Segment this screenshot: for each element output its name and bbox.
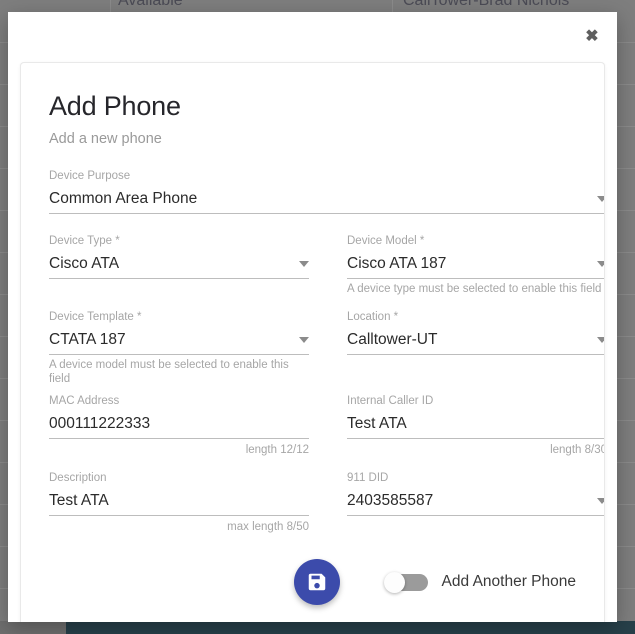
- device-template-hint: A device model must be selected to enabl…: [49, 359, 289, 386]
- field-device-model: Device Model * Cisco ATA 187 A device ty…: [347, 234, 604, 296]
- location-label: Location *: [347, 311, 399, 324]
- background-column-header-calltower: CallTower-Brad Nichols: [403, 0, 570, 9]
- internal-caller-id-label: Internal Caller ID: [347, 395, 434, 408]
- field-internal-caller-id: Internal Caller ID Test ATA length 8/30: [347, 394, 605, 457]
- description-counter: max length 8/50: [227, 521, 309, 534]
- add-another-phone-toggle-group: Add Another Phone: [383, 571, 576, 593]
- field-device-purpose: Device Purpose Common Area Phone: [49, 169, 604, 215]
- device-model-select[interactable]: Cisco ATA 187: [347, 249, 604, 280]
- device-purpose-label: Device Purpose: [49, 170, 131, 183]
- description-input[interactable]: Test ATA: [49, 486, 309, 517]
- mac-address-counter: length 12/12: [245, 444, 309, 457]
- internal-caller-id-counter: length 8/30: [550, 444, 605, 457]
- device-model-label: Device Model *: [347, 235, 425, 248]
- location-select[interactable]: Calltower-UT: [347, 325, 604, 356]
- save-icon: [306, 571, 328, 593]
- mac-address-label: MAC Address: [49, 395, 120, 408]
- page-subtitle: Add a new phone: [49, 131, 162, 148]
- device-template-label: Device Template *: [49, 311, 142, 324]
- device-model-hint: A device type must be selected to enable…: [347, 283, 602, 296]
- add-phone-form-card: Add Phone Add a new phone Device Purpose…: [20, 62, 605, 622]
- device-template-value: CTATA 187: [49, 330, 126, 348]
- device-type-select[interactable]: Cisco ATA: [49, 249, 309, 280]
- device-purpose-select[interactable]: Common Area Phone: [49, 184, 604, 215]
- form-row-type-model: Device Type * Cisco ATA Device Model * C…: [49, 234, 604, 296]
- description-label: Description: [49, 472, 107, 485]
- internal-caller-id-value: Test ATA: [347, 414, 407, 432]
- field-device-template: Device Template * CTATA 187 A device mod…: [49, 310, 309, 386]
- field-description: Description Test ATA max length 8/50: [49, 471, 309, 534]
- form-row-mac-callerid: MAC Address 000111222333 length 12/12 In…: [49, 394, 604, 457]
- chevron-down-icon: [299, 336, 309, 343]
- device-model-value: Cisco ATA 187: [347, 254, 447, 272]
- emergency-did-value: 2403585587: [347, 491, 434, 509]
- form-row-template-location: Device Template * CTATA 187 A device mod…: [49, 310, 604, 386]
- mac-address-input[interactable]: 000111222333: [49, 409, 309, 440]
- description-value: Test ATA: [49, 491, 109, 509]
- toggle-knob: [383, 571, 405, 593]
- device-template-select[interactable]: CTATA 187: [49, 325, 309, 356]
- background-footer-bar: [0, 621, 635, 634]
- form-row-description-did: Description Test ATA max length 8/50 911…: [49, 471, 604, 534]
- field-mac-address: MAC Address 000111222333 length 12/12: [49, 394, 309, 457]
- emergency-did-select[interactable]: 2403585587: [347, 486, 604, 517]
- chevron-down-icon: [299, 260, 309, 267]
- add-phone-dialog: ✖ Add Phone Add a new phone Device Purpo…: [8, 12, 617, 622]
- mac-address-value: 000111222333: [49, 414, 151, 432]
- field-emergency-did: 911 DID 2403585587: [347, 471, 604, 517]
- chevron-down-icon: [597, 497, 604, 504]
- device-type-value: Cisco ATA: [49, 254, 120, 272]
- add-another-phone-toggle[interactable]: [383, 571, 428, 593]
- close-icon[interactable]: ✖: [575, 20, 609, 54]
- chevron-down-icon: [597, 336, 604, 343]
- location-value: Calltower-UT: [347, 330, 438, 348]
- page-root: Available CallTower-Brad Nichols ✖ Add P…: [0, 0, 635, 634]
- form-actions: Add Another Phone: [49, 552, 576, 612]
- background-footer-bar-left: [0, 621, 66, 634]
- add-phone-form: Device Purpose Common Area Phone Device …: [49, 169, 604, 534]
- chevron-down-icon: [597, 195, 604, 202]
- field-location: Location * Calltower-UT: [347, 310, 604, 356]
- device-purpose-value: Common Area Phone: [49, 189, 198, 207]
- page-title: Add Phone: [49, 91, 181, 121]
- background-column-header-available: Available: [118, 0, 183, 9]
- field-device-type: Device Type * Cisco ATA: [49, 234, 309, 280]
- save-button[interactable]: [293, 559, 340, 605]
- add-another-phone-label: Add Another Phone: [441, 573, 576, 590]
- device-type-label: Device Type *: [49, 235, 120, 248]
- internal-caller-id-input[interactable]: Test ATA: [347, 409, 604, 440]
- emergency-did-label: 911 DID: [347, 472, 389, 485]
- form-row-device-purpose: Device Purpose Common Area Phone: [49, 169, 604, 215]
- chevron-down-icon: [597, 260, 604, 267]
